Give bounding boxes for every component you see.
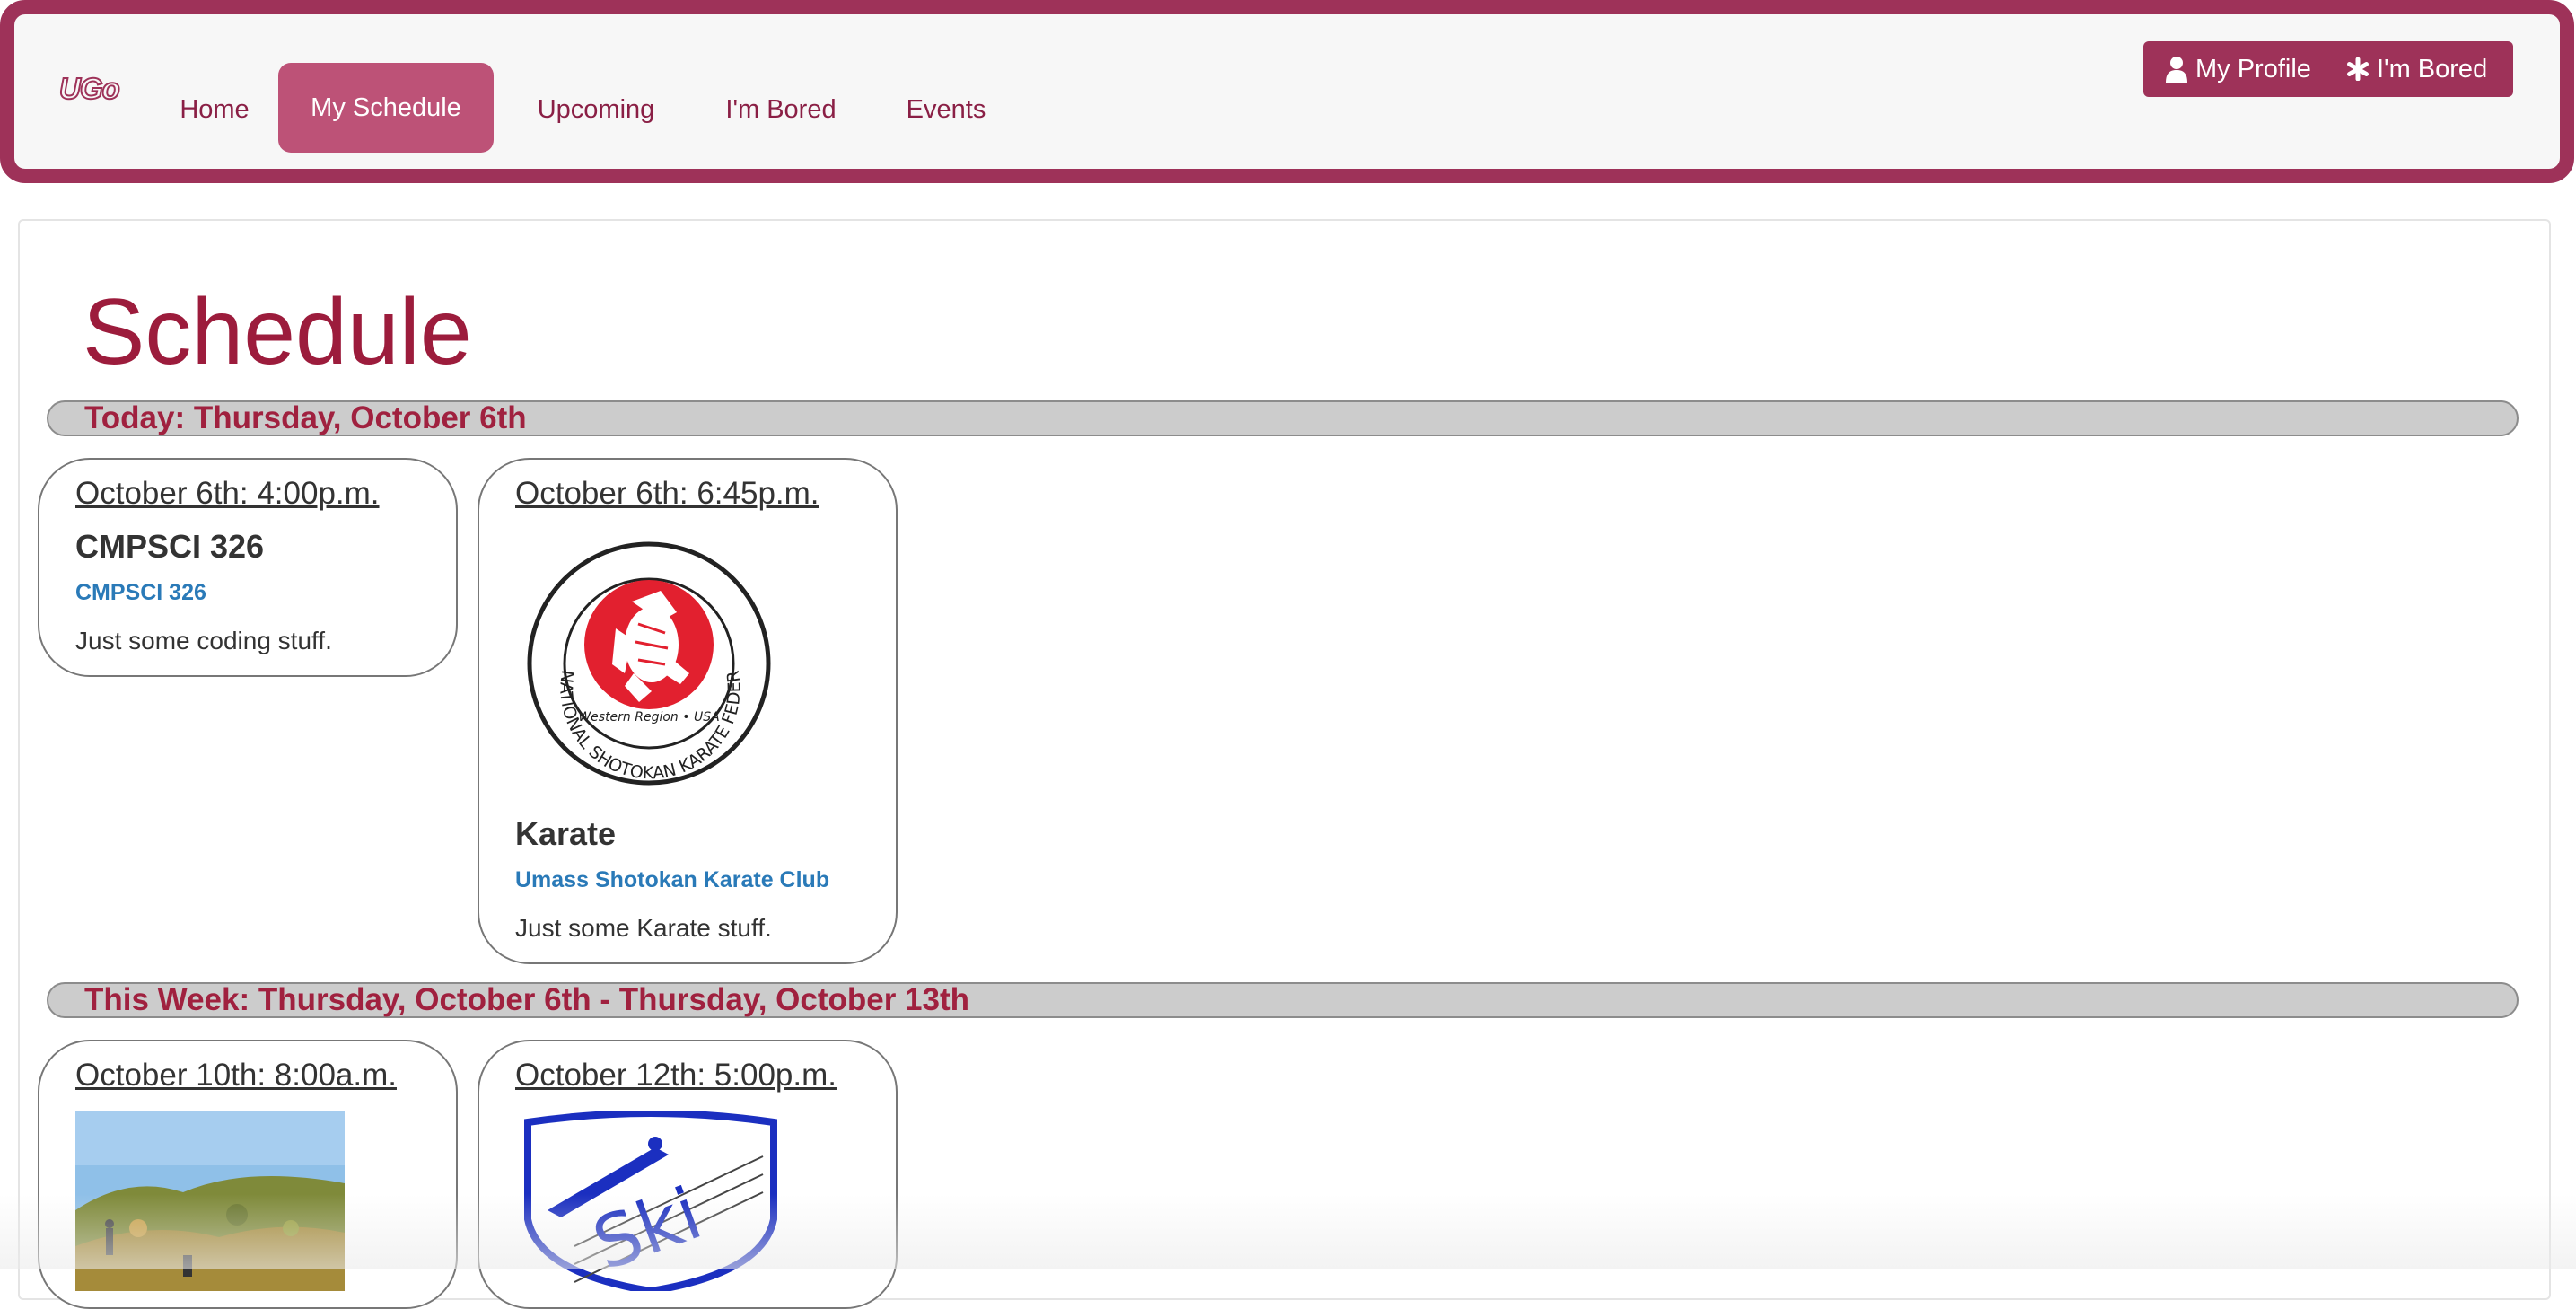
- event-card[interactable]: October 6th: 4:00p.m. CMPSCI 326 CMPSCI …: [38, 458, 458, 677]
- nav-upcoming[interactable]: Upcoming: [522, 65, 670, 154]
- ski-club-logo: Ski: [521, 1111, 781, 1291]
- nav-home[interactable]: Home: [169, 65, 260, 154]
- event-description: Just some Karate stuff.: [515, 914, 772, 942]
- event-card[interactable]: October 10th: 8:00a.m.: [38, 1040, 458, 1309]
- asterisk-icon: [2346, 57, 2370, 81]
- nav-events[interactable]: Events: [892, 65, 1000, 154]
- event-date: October 6th: 4:00p.m.: [75, 476, 380, 511]
- event-group-link[interactable]: CMPSCI 326: [75, 580, 206, 606]
- user-icon: [2165, 56, 2188, 83]
- my-profile-button[interactable]: My Profile: [2143, 41, 2328, 97]
- event-name: CMPSCI 326: [75, 528, 265, 565]
- page-title: Schedule: [83, 280, 472, 384]
- section-header-today: Today: Thursday, October 6th: [47, 400, 2519, 436]
- event-name: Karate: [515, 815, 617, 852]
- logo-region-text: Western Region • USA: [578, 710, 719, 725]
- event-group-link[interactable]: Umass Shotokan Karate Club: [515, 867, 829, 893]
- nav-im-bored[interactable]: I'm Bored: [714, 65, 847, 154]
- nav-my-schedule[interactable]: My Schedule: [278, 63, 494, 153]
- karate-federation-logo: Western Region • USA INTERNATIONAL SHOTO…: [520, 523, 772, 788]
- navbar-button-group: My Profile I'm Bored: [2143, 41, 2513, 97]
- brand-logo[interactable]: UGo: [58, 71, 121, 106]
- section-header-this-week: This Week: Thursday, October 6th - Thurs…: [47, 982, 2519, 1018]
- my-profile-label: My Profile: [2195, 55, 2311, 83]
- event-date: October 6th: 6:45p.m.: [515, 476, 819, 511]
- event-date: October 10th: 8:00a.m.: [75, 1058, 397, 1093]
- event-date: October 12th: 5:00p.m.: [515, 1058, 837, 1093]
- event-card[interactable]: October 6th: 6:45p.m. Western Region • U…: [478, 458, 898, 964]
- im-bored-button[interactable]: I'm Bored: [2328, 41, 2513, 97]
- event-description: Just some coding stuff.: [75, 627, 332, 654]
- section-label: Today: Thursday, October 6th: [84, 400, 527, 435]
- im-bored-label: I'm Bored: [2377, 55, 2488, 83]
- hiking-photo: [75, 1111, 345, 1291]
- event-card[interactable]: October 12th: 5:00p.m. Ski: [478, 1040, 898, 1309]
- section-label: This Week: Thursday, October 6th - Thurs…: [84, 982, 970, 1017]
